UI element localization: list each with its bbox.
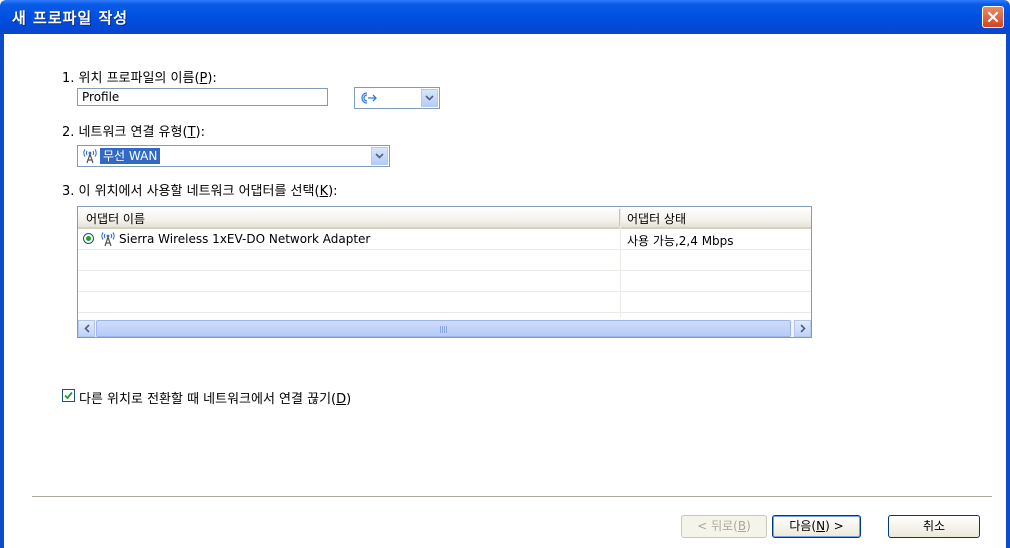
profile-name-label-prefix: 1. 위치 프로파일의 이름( xyxy=(62,71,200,86)
disconnect-label-key: D xyxy=(336,392,347,407)
network-type-label-key: T xyxy=(187,125,196,140)
profile-icon-dropdown[interactable] xyxy=(354,87,440,109)
row-gridline xyxy=(78,291,811,292)
row-gridline xyxy=(78,312,811,313)
adapter-select-label: 3. 이 위치에서 사용할 네트워크 어댑터를 선택(K): xyxy=(62,180,338,199)
row-gridline xyxy=(78,270,811,271)
adapter-name-cell: Sierra Wireless 1xEV-DO Network Adapter xyxy=(119,232,371,246)
network-type-label-prefix: 2. 네트워크 연결 유형( xyxy=(62,125,188,140)
network-type-dropdown-button[interactable] xyxy=(371,147,388,165)
network-location-icon xyxy=(361,92,377,104)
footer-divider xyxy=(32,496,992,498)
network-type-label-suffix: ): xyxy=(195,125,205,140)
dialog-window: 새 프로파일 작성 1. 위치 프로파일의 이름(P): Profile 2. … xyxy=(0,0,1010,548)
window-border-right xyxy=(1006,34,1010,548)
disconnect-checkbox[interactable] xyxy=(62,389,75,402)
profile-icon-dropdown-button[interactable] xyxy=(421,89,438,107)
adapter-list-header: 어댑터 이름 어댑터 상태 xyxy=(78,207,811,229)
column-separator xyxy=(620,207,621,317)
adapter-list[interactable]: 어댑터 이름 어댑터 상태 Sierra Wireless 1xEV-DO Ne… xyxy=(77,206,812,338)
adapter-select-label-key: K xyxy=(319,184,329,199)
scrollbar-thumb[interactable] xyxy=(96,320,791,337)
network-type-label: 2. 네트워크 연결 유형(T): xyxy=(62,121,205,140)
disconnect-label-suffix: ) xyxy=(346,392,352,407)
column-header-adapter-status[interactable]: 어댑터 상태 xyxy=(627,210,686,227)
disconnect-label-prefix: 다른 위치로 전환할 때 네트워크에서 연결 끊기( xyxy=(79,392,337,407)
disconnect-label[interactable]: 다른 위치로 전환할 때 네트워크에서 연결 끊기(D) xyxy=(79,388,351,407)
network-type-selected: 무선 WAN xyxy=(100,148,161,164)
profile-name-label-suffix: ): xyxy=(207,71,217,86)
scroll-left-button[interactable] xyxy=(78,320,95,337)
scroll-right-button[interactable] xyxy=(794,320,811,337)
scrollbar-grip xyxy=(440,326,448,333)
wireless-antenna-icon xyxy=(101,232,115,247)
back-button-key: B xyxy=(737,519,747,533)
close-icon xyxy=(987,11,999,23)
close-button[interactable] xyxy=(982,6,1004,28)
window-title: 새 프로파일 작성 xyxy=(12,9,129,27)
next-button[interactable]: 다음(N) > xyxy=(772,515,861,538)
back-button-prefix: < 뒤로( xyxy=(697,519,738,533)
row-gridline xyxy=(78,249,811,250)
next-button-key: N xyxy=(816,519,826,533)
back-button-suffix: ) xyxy=(746,519,751,533)
wireless-antenna-icon xyxy=(83,149,97,164)
title-bar[interactable]: 새 프로파일 작성 xyxy=(0,0,1010,34)
next-button-suffix: ) > xyxy=(825,519,844,533)
chevron-down-icon xyxy=(375,153,384,159)
adapter-select-label-prefix: 3. 이 위치에서 사용할 네트워크 어댑터를 선택( xyxy=(62,184,320,199)
chevron-left-icon xyxy=(83,324,90,333)
profile-name-label: 1. 위치 프로파일의 이름(P): xyxy=(62,67,217,86)
next-button-prefix: 다음( xyxy=(789,519,817,533)
checkmark-icon xyxy=(64,391,73,400)
adapter-radio[interactable] xyxy=(83,233,94,244)
cancel-button[interactable]: 취소 xyxy=(888,515,980,538)
window-border-left xyxy=(0,34,4,548)
chevron-right-icon xyxy=(799,324,806,333)
chevron-down-icon xyxy=(425,95,434,101)
table-row[interactable]: Sierra Wireless 1xEV-DO Network Adapter … xyxy=(78,230,811,249)
back-button[interactable]: < 뒤로(B) xyxy=(681,515,767,538)
adapter-select-label-suffix: ): xyxy=(328,184,338,199)
network-type-dropdown[interactable]: 무선 WAN xyxy=(77,145,390,167)
profile-name-input[interactable]: Profile xyxy=(77,88,328,106)
adapter-status-cell: 사용 가능,2,4 Mbps xyxy=(627,234,734,248)
horizontal-scrollbar[interactable] xyxy=(78,320,811,337)
column-header-adapter-name[interactable]: 어댑터 이름 xyxy=(86,210,145,227)
